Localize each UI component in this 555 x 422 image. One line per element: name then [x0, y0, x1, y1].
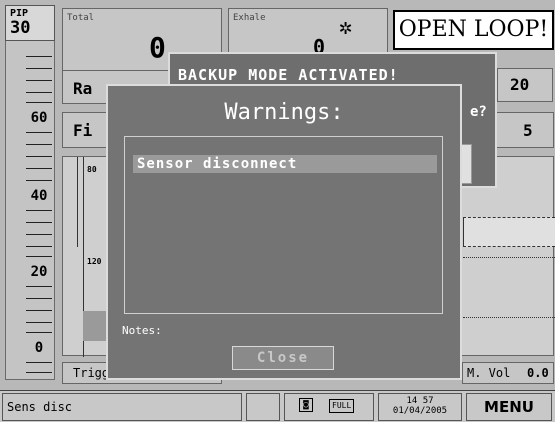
- clock-time: 14 57: [406, 396, 434, 406]
- status-bar: Sens disc ◙ FULL 14 57 01/04/2005 MENU: [0, 390, 555, 422]
- fan-icon: ✲: [339, 15, 353, 40]
- total-label: Total: [67, 13, 95, 23]
- fi-panel[interactable]: Fi: [62, 112, 110, 148]
- clock-box: 14 57 01/04/2005: [378, 393, 462, 421]
- m-vol-value: 0.0: [527, 366, 549, 380]
- exhale-panel[interactable]: Exhale ✲ 0: [228, 8, 388, 59]
- menu-button[interactable]: MENU: [466, 393, 552, 421]
- backup-dialog-title: BACKUP MODE ACTIVATED!: [178, 66, 399, 84]
- plug-icon: ◙: [299, 398, 313, 412]
- open-loop-indicator: OPEN LOOP!: [393, 10, 554, 50]
- pip-readout: PIP 30: [5, 5, 55, 41]
- chart-tick-80: 80: [87, 165, 97, 174]
- gauge-scale-40: 40: [26, 188, 52, 204]
- gauge-scale-0: 0: [26, 340, 52, 356]
- warnings-list[interactable]: Sensor disconnect: [124, 136, 443, 314]
- rate-label: Ra: [73, 79, 93, 98]
- status-blank-box: [246, 393, 280, 421]
- pip-value: 30: [10, 18, 31, 38]
- list-item[interactable]: Sensor disconnect: [133, 155, 437, 173]
- fi-label: Fi: [73, 121, 93, 140]
- value-20-panel[interactable]: 20: [497, 68, 553, 102]
- clock-date: 01/04/2005: [392, 406, 448, 416]
- gauge-scale-20: 20: [26, 264, 52, 280]
- chart-tick-120: 120: [87, 257, 102, 266]
- m-vol-panel[interactable]: M. Vol 0.0: [462, 362, 554, 384]
- backup-dialog-question: e?: [470, 104, 487, 120]
- status-message: Sens disc: [7, 400, 73, 414]
- gauge-scale-60: 60: [26, 110, 52, 126]
- value-20: 20: [510, 75, 530, 94]
- total-value: 0: [149, 31, 166, 64]
- m-vol-label: M. Vol: [467, 366, 511, 380]
- pip-gauge: 60 40 20 0: [5, 5, 55, 380]
- close-button[interactable]: Close: [232, 346, 334, 370]
- trigger-label: Trigg: [73, 366, 110, 380]
- warnings-dialog-title: Warnings:: [224, 100, 344, 125]
- exhale-label: Exhale: [233, 13, 266, 23]
- battery-icon: FULL: [329, 399, 355, 413]
- notes-label: Notes:: [122, 324, 162, 337]
- value-5: 5: [523, 121, 533, 140]
- warnings-dialog: Warnings: Sensor disconnect Notes: Close: [106, 84, 462, 380]
- power-box: ◙ FULL: [284, 393, 374, 421]
- status-message-box: Sens disc: [2, 393, 242, 421]
